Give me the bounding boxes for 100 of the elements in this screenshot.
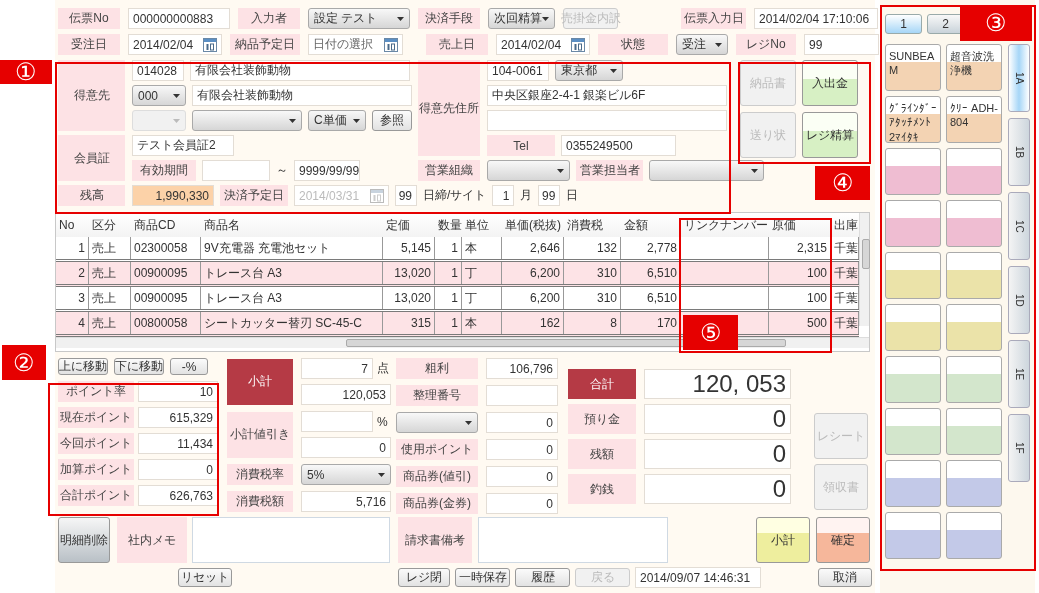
input-field[interactable] xyxy=(202,160,270,181)
column-header[interactable]: 出庫 xyxy=(831,213,859,237)
input-field[interactable]: 10 xyxy=(138,381,218,402)
footer-button[interactable]: 一時保存 xyxy=(455,568,510,587)
column-header[interactable]: 区分 xyxy=(89,213,131,237)
column-header[interactable]: 原価 xyxy=(769,213,831,237)
input-field[interactable]: 99 xyxy=(538,185,561,206)
document-button[interactable]: 入出金 xyxy=(802,60,858,106)
date-field[interactable]: 2014/02/04 xyxy=(128,34,222,55)
vertical-scrollbar[interactable] xyxy=(859,213,869,326)
input-field[interactable]: 106,796 xyxy=(486,358,558,379)
column-header[interactable]: 商品CD xyxy=(131,213,201,237)
cancel-button[interactable]: 取消 xyxy=(818,568,872,587)
dropdown[interactable]: 000 xyxy=(132,85,186,106)
product-button[interactable] xyxy=(946,252,1002,299)
column-header[interactable]: No xyxy=(56,213,89,237)
product-button[interactable] xyxy=(946,460,1002,507)
amount-field[interactable]: 120, 053 xyxy=(644,369,791,399)
product-button[interactable] xyxy=(885,408,941,455)
input-field[interactable]: 11,434 xyxy=(138,433,218,454)
category-tab[interactable]: 1A xyxy=(1008,44,1030,112)
category-tab[interactable]: 1D xyxy=(1008,266,1030,334)
column-header[interactable]: 金額 xyxy=(621,213,681,237)
product-button[interactable] xyxy=(885,356,941,403)
input-field[interactable]: 0 xyxy=(486,493,558,514)
column-header[interactable]: 商品名 xyxy=(201,213,383,237)
input-field[interactable] xyxy=(486,385,558,406)
action-button[interactable]: 確定 xyxy=(816,517,870,563)
input-field[interactable]: 014028 xyxy=(132,60,184,81)
input-field[interactable]: 中央区銀座2-4-1 銀楽ビル6F xyxy=(487,85,727,106)
column-header[interactable]: 単位 xyxy=(462,213,502,237)
input-field[interactable]: 1 xyxy=(492,185,515,206)
move-button[interactable]: 下に移動 xyxy=(114,358,164,375)
product-button[interactable]: 超音波洗浄機 xyxy=(946,44,1002,91)
input-field[interactable]: 有限会社装飾動物 xyxy=(192,85,412,106)
dropdown[interactable]: 次回精算 xyxy=(488,8,555,29)
input-field[interactable]: 000000000883 xyxy=(128,8,230,29)
product-button[interactable] xyxy=(946,408,1002,455)
input-field[interactable]: 99 xyxy=(395,185,417,206)
amount-field[interactable]: 0 xyxy=(644,404,791,434)
page-tab[interactable]: 1 xyxy=(885,14,922,34)
dropdown[interactable]: 受注 xyxy=(676,34,728,55)
column-header[interactable]: リンクナンバー xyxy=(681,213,769,237)
category-tab[interactable]: 1E xyxy=(1008,340,1030,408)
product-button[interactable] xyxy=(946,512,1002,559)
input-field[interactable]: 104-0061 xyxy=(487,60,549,81)
dropdown[interactable]: 東京都 xyxy=(555,60,623,81)
input-field[interactable]: 0 xyxy=(486,439,558,460)
product-button[interactable] xyxy=(946,304,1002,351)
clock-field[interactable]: 2014/09/07 14:46:31 xyxy=(635,567,761,588)
input-field[interactable]: 0 xyxy=(301,437,391,458)
footer-button[interactable]: レジ閉 xyxy=(398,568,450,587)
delete-line-button[interactable]: 明細削除 xyxy=(58,517,110,563)
memo-field[interactable] xyxy=(192,517,390,563)
dropdown[interactable] xyxy=(649,160,764,181)
input-field[interactable] xyxy=(301,411,373,432)
product-button[interactable] xyxy=(885,512,941,559)
product-button[interactable] xyxy=(946,356,1002,403)
input-field[interactable]: 7 xyxy=(301,358,373,379)
product-button[interactable]: ｸﾞﾗｲﾝﾀﾞｰｱﾀｯﾁﾒﾝﾄ2ﾏｲﾀｷ xyxy=(885,96,941,143)
input-field[interactable]: 615,329 xyxy=(138,407,218,428)
input-field[interactable]: 0 xyxy=(138,459,218,480)
amount-field[interactable]: 0 xyxy=(644,439,791,469)
dropdown[interactable] xyxy=(192,110,302,131)
input-field[interactable]: 有限会社装飾動物 xyxy=(190,60,410,81)
dropdown[interactable] xyxy=(396,412,478,433)
input-field[interactable]: 0355249500 xyxy=(561,135,676,156)
input-field[interactable]: 120,053 xyxy=(301,384,391,405)
input-field[interactable] xyxy=(487,110,727,131)
column-header[interactable]: 単価(税抜) xyxy=(502,213,564,237)
balance-field[interactable]: 1,990,330 xyxy=(132,185,214,206)
product-button[interactable] xyxy=(885,304,941,351)
input-field[interactable]: 99 xyxy=(804,34,879,55)
product-button[interactable] xyxy=(946,148,1002,195)
input-field[interactable]: 0 xyxy=(486,412,558,433)
reset-button[interactable]: リセット xyxy=(178,568,232,587)
product-button[interactable] xyxy=(885,200,941,247)
lookup-button[interactable]: 参照 xyxy=(372,110,412,131)
category-tab[interactable]: 1F xyxy=(1008,414,1030,482)
note-field[interactable] xyxy=(478,517,668,563)
amount-field[interactable]: 0 xyxy=(644,474,791,504)
footer-button[interactable]: 履歴 xyxy=(515,568,570,587)
dropdown[interactable]: 5% xyxy=(301,464,391,485)
move-button[interactable]: -% xyxy=(170,358,208,375)
date-field[interactable]: 日付の選択 xyxy=(308,34,403,55)
date-field[interactable]: 2014/02/04 xyxy=(496,34,590,55)
product-button[interactable] xyxy=(885,148,941,195)
document-button[interactable]: レジ精算 xyxy=(802,112,858,158)
column-header[interactable]: 定価 xyxy=(383,213,435,237)
product-button[interactable] xyxy=(946,200,1002,247)
product-button[interactable] xyxy=(885,460,941,507)
product-button[interactable]: ｸﾘｰ ADH-804 xyxy=(946,96,1002,143)
column-header[interactable]: 数量 xyxy=(435,213,462,237)
dropdown[interactable]: 設定 テスト xyxy=(308,8,410,29)
move-button[interactable]: 上に移動 xyxy=(58,358,108,375)
action-button[interactable]: 小計 xyxy=(756,517,810,563)
category-tab[interactable]: 1C xyxy=(1008,192,1030,260)
category-tab[interactable]: 1B xyxy=(1008,118,1030,186)
column-header[interactable]: 消費税 xyxy=(564,213,621,237)
product-button[interactable]: SUNBEAM xyxy=(885,44,941,91)
